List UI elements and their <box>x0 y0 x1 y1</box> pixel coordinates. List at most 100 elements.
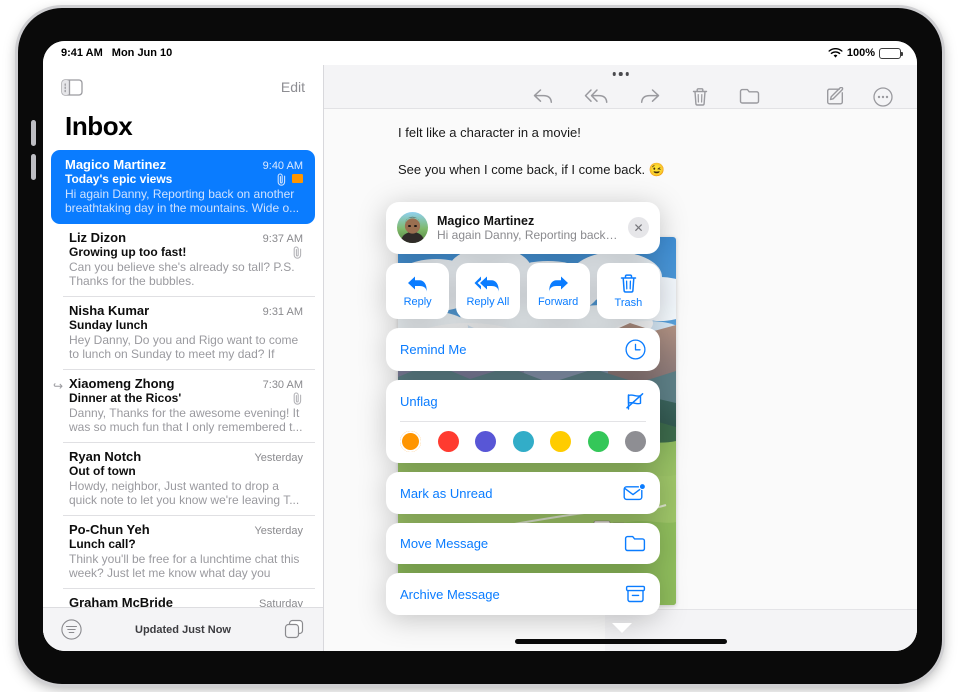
reply-all-label: Reply All <box>466 296 510 308</box>
attachment-icon <box>277 172 286 186</box>
mail-subject: Sunday lunch <box>69 318 148 332</box>
close-icon[interactable]: ✕ <box>628 217 649 238</box>
mail-sender: Ryan Notch <box>69 449 142 464</box>
status-bar: 9:41 AM Mon Jun 10 100% <box>43 41 917 65</box>
reply-all-icon[interactable] <box>584 87 609 106</box>
mail-time: Yesterday <box>254 452 303 464</box>
archivebox-icon <box>625 585 646 603</box>
mail-sender: Magico Martinez <box>65 157 167 172</box>
compose-icon[interactable] <box>826 87 845 106</box>
mail-subject: Growing up too fast! <box>69 245 187 259</box>
archive-message-item[interactable]: Archive Message <box>386 573 660 615</box>
flag-slash-icon <box>626 393 644 410</box>
replied-icon: ↪ <box>53 379 64 393</box>
mail-list-item[interactable]: Magico Martinez 9:40 AM Today's epic views… <box>51 150 315 224</box>
ipad-device-frame: 9:41 AM Mon Jun 10 100% Edit Inbox Magic… <box>18 8 942 684</box>
unflag-item[interactable]: Unflag <box>386 380 660 421</box>
sidebar-header: Edit <box>43 65 323 109</box>
mail-subject: Today's epic views <box>65 172 173 186</box>
move-message-label: Move Message <box>400 536 489 551</box>
filter-icon[interactable] <box>61 619 82 640</box>
remind-me-label: Remind Me <box>400 342 467 357</box>
folder-icon[interactable] <box>739 87 760 105</box>
forward-icon[interactable] <box>639 87 661 106</box>
volume-up-button[interactable] <box>31 120 36 146</box>
remind-me-item[interactable]: Remind Me <box>386 328 660 371</box>
mail-list-item[interactable]: Ryan Notch Yesterday Out of town Howdy, nei… <box>49 443 317 515</box>
mail-list-item[interactable]: ↪ Xiaomeng Zhong 7:30 AM Dinner at the Rico… <box>49 370 317 442</box>
mail-sender: Liz Dizon <box>69 230 127 245</box>
mail-sidebar: Edit Inbox Magico Martinez 9:40 AM Today's… <box>43 65 324 651</box>
flag-color-purple[interactable] <box>475 431 496 452</box>
status-bar-right: 100% <box>828 47 903 59</box>
detail-toolbar <box>324 65 917 109</box>
body-line-1: I felt like a character in a movie! <box>398 125 581 140</box>
window-grabber-handle[interactable] <box>612 72 629 76</box>
mail-preview: Think you'll be free for a lunchtime cha… <box>69 552 300 580</box>
mail-message-list[interactable]: Magico Martinez 9:40 AM Today's epic views… <box>43 150 323 626</box>
reply-icon[interactable] <box>532 87 554 106</box>
mail-preview: Danny, Thanks for the awesome evening! I… <box>69 406 303 434</box>
page-title: Inbox <box>65 111 133 141</box>
edit-button[interactable]: Edit <box>281 79 305 95</box>
home-indicator <box>514 639 727 644</box>
toolbar-action-icons <box>532 87 760 107</box>
flag-color-orange[interactable] <box>400 431 421 452</box>
flag-color-green[interactable] <box>587 431 609 452</box>
reply-button[interactable]: Reply <box>386 263 450 319</box>
reply-all-button[interactable]: Reply All <box>456 263 520 319</box>
flag-color-red[interactable] <box>437 431 459 452</box>
volume-down-button[interactable] <box>31 154 36 180</box>
toolbar-right-icons <box>826 87 893 107</box>
forward-icon <box>549 276 569 292</box>
mail-subject: Out of town <box>69 464 136 478</box>
mail-badges <box>292 245 303 259</box>
status-bar-left: 9:41 AM Mon Jun 10 <box>61 47 172 59</box>
reply-label: Reply <box>403 296 432 308</box>
mail-sender: Nisha Kumar <box>69 303 150 318</box>
sidebar-footer: Updated Just Now <box>43 607 323 651</box>
mail-preview: Howdy, neighbor, Just wanted to drop a q… <box>69 479 300 507</box>
flag-card: Unflag <box>386 380 660 463</box>
battery-percent-label: 100% <box>846 47 875 59</box>
battery-full-icon <box>879 47 903 59</box>
flag-color-swatches[interactable] <box>386 422 660 463</box>
reply-icon <box>407 276 427 292</box>
popover-sender-name: Magico Martinez <box>437 213 535 228</box>
mail-time: 9:40 AM <box>262 160 303 172</box>
mail-subject: Dinner at the Ricos' <box>69 391 182 405</box>
mail-list-item[interactable]: Liz Dizon 9:37 AM Growing up too fast! Can … <box>49 224 317 296</box>
trash-icon <box>620 274 637 293</box>
mark-as-unread-item[interactable]: Mark as Unread <box>386 472 660 514</box>
flag-color-gray[interactable] <box>625 431 646 452</box>
attachment-icon <box>293 245 302 259</box>
flag-color-yellow[interactable] <box>550 431 571 452</box>
mail-time: 7:30 AM <box>262 379 303 391</box>
sidebar-toggle-icon[interactable] <box>61 78 83 96</box>
wifi-icon <box>828 47 843 58</box>
unflag-label: Unflag <box>400 394 438 409</box>
trash-label: Trash <box>614 297 643 309</box>
popover-header-card: Magico Martinez Hi again Danny, Reportin… <box>386 202 660 254</box>
popover-message-preview: Hi again Danny, Reporting back o... <box>437 227 619 242</box>
mail-preview: Hey Danny, Do you and Rigo want to come … <box>69 333 299 361</box>
mark-as-unread-label: Mark as Unread <box>400 485 493 501</box>
mail-sender: Xiaomeng Zhong <box>69 376 175 391</box>
mail-sender: Po-Chun Yeh <box>69 522 150 537</box>
envelope-badge-icon <box>623 483 646 501</box>
more-options-icon[interactable] <box>873 87 893 107</box>
mail-time: Yesterday <box>254 525 303 537</box>
forward-button[interactable]: Forward <box>526 263 590 319</box>
mail-time: 9:37 AM <box>262 233 303 245</box>
popover-quick-actions: Reply Reply All Forward Trash <box>386 263 660 319</box>
trash-button[interactable]: Trash <box>596 263 660 319</box>
mail-list-item[interactable]: Po-Chun Yeh Yesterday Lunch call? Think you… <box>49 516 317 588</box>
copy-stack-icon[interactable] <box>284 619 305 640</box>
move-message-item[interactable]: Move Message <box>386 523 660 564</box>
trash-icon[interactable] <box>691 87 709 107</box>
flag-color-teal[interactable] <box>512 431 534 452</box>
popover-header: Magico Martinez Hi again Danny, Reportin… <box>386 202 660 254</box>
body-line-2: See you when I come back, if I come back… <box>398 162 665 177</box>
avatar <box>397 212 428 243</box>
mail-list-item[interactable]: Nisha Kumar 9:31 AM Sunday lunch Hey Danny,… <box>49 297 317 369</box>
